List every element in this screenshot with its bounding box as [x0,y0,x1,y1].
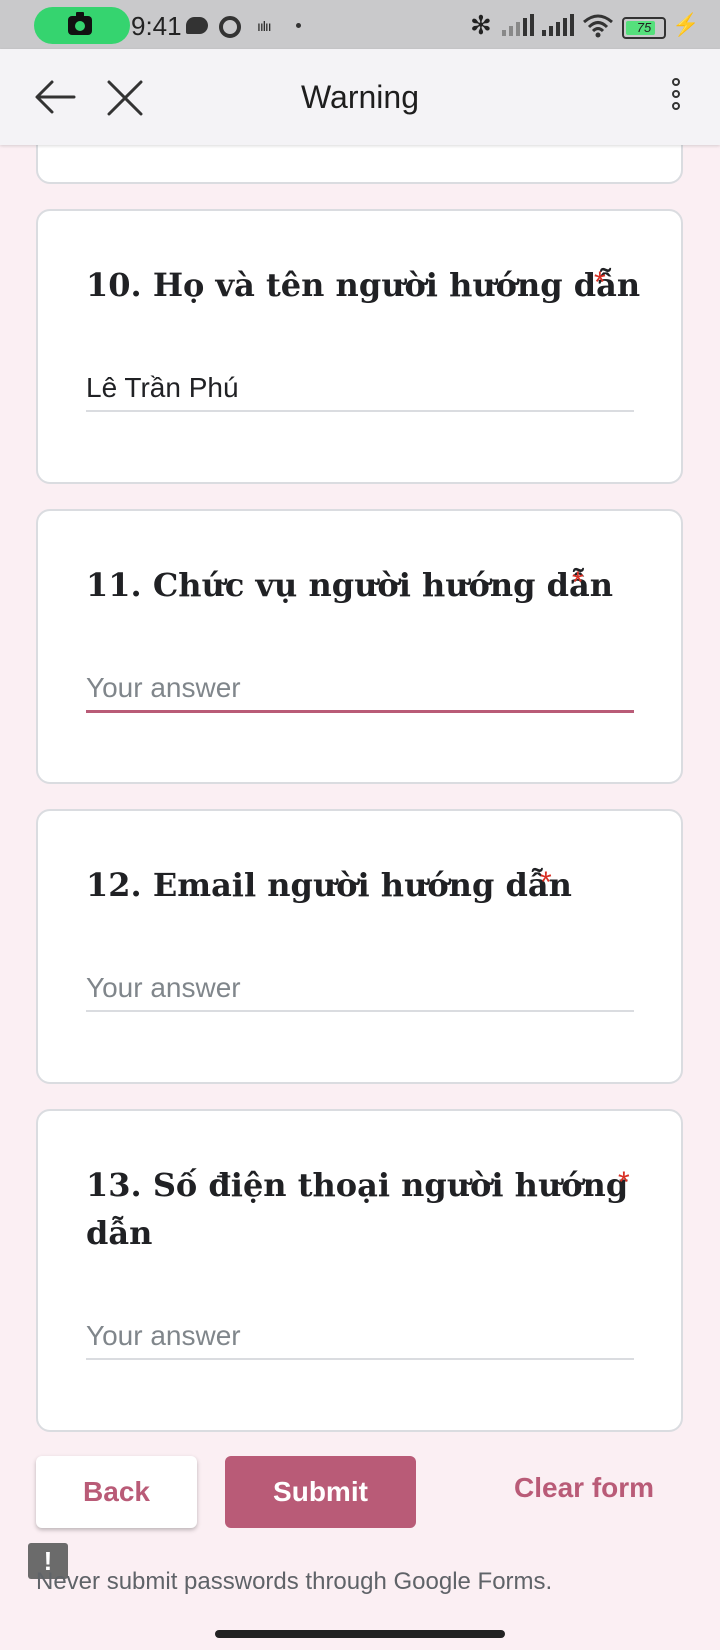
status-bar: 9:41 ıılıı ✻ 75 ⚡ [0,0,720,49]
signal-icon [542,14,576,36]
submit-button[interactable]: Submit [225,1456,416,1528]
message-icon [186,17,208,34]
wifi-icon [583,14,613,38]
charging-icon: ⚡ [672,12,700,37]
question-title-line: dẫn [86,1214,153,1252]
app-bar: Warning [0,49,720,145]
required-asterisk: * [594,266,606,299]
answer-input-mentor-name[interactable] [86,366,634,412]
question-card-13: 13. Số điện thoại người hướng dẫn * [36,1109,683,1432]
question-title: 13. Số điện thoại người hướng dẫn [86,1161,628,1257]
question-card-10: 10. Họ và tên người hướng dẫn * [36,209,683,484]
bluetooth-icon: ✻ [470,10,492,40]
dot-icon [296,23,301,28]
waveform-icon: ıılıı [257,18,272,34]
camera-icon [68,12,92,35]
signal-icon [502,14,536,36]
navigation-handle[interactable] [215,1630,505,1638]
battery-icon: 75 [622,17,666,39]
question-title-line: 13. Số điện thoại người hướng [86,1166,629,1204]
status-time: 9:41 [131,11,182,41]
question-title: 11. Chức vụ người hướng dẫn [86,566,614,604]
question-title: 10. Họ và tên người hướng dẫn [86,266,641,304]
question-title: 12. Email người hướng dẫn [86,866,572,904]
page-title: Warning [301,79,419,115]
battery-level: 75 [636,20,652,35]
question-card-11: 11. Chức vụ người hướng dẫn * [36,509,683,784]
password-notice: Never submit passwords through Google Fo… [36,1568,553,1595]
ring-icon [219,16,241,38]
answer-input-mentor-phone[interactable] [86,1314,634,1360]
required-asterisk: * [572,566,584,599]
required-asterisk: * [540,866,552,899]
clear-form-button[interactable]: Clear form [514,1472,654,1504]
answer-input-mentor-email[interactable] [86,966,634,1012]
more-vert-icon[interactable] [664,75,688,119]
screen-record-indicator[interactable] [34,7,130,44]
question-card-12: 12. Email người hướng dẫn * [36,809,683,1084]
required-asterisk: * [618,1166,630,1199]
back-button[interactable]: Back [36,1456,197,1528]
answer-input-mentor-position[interactable] [86,666,634,713]
